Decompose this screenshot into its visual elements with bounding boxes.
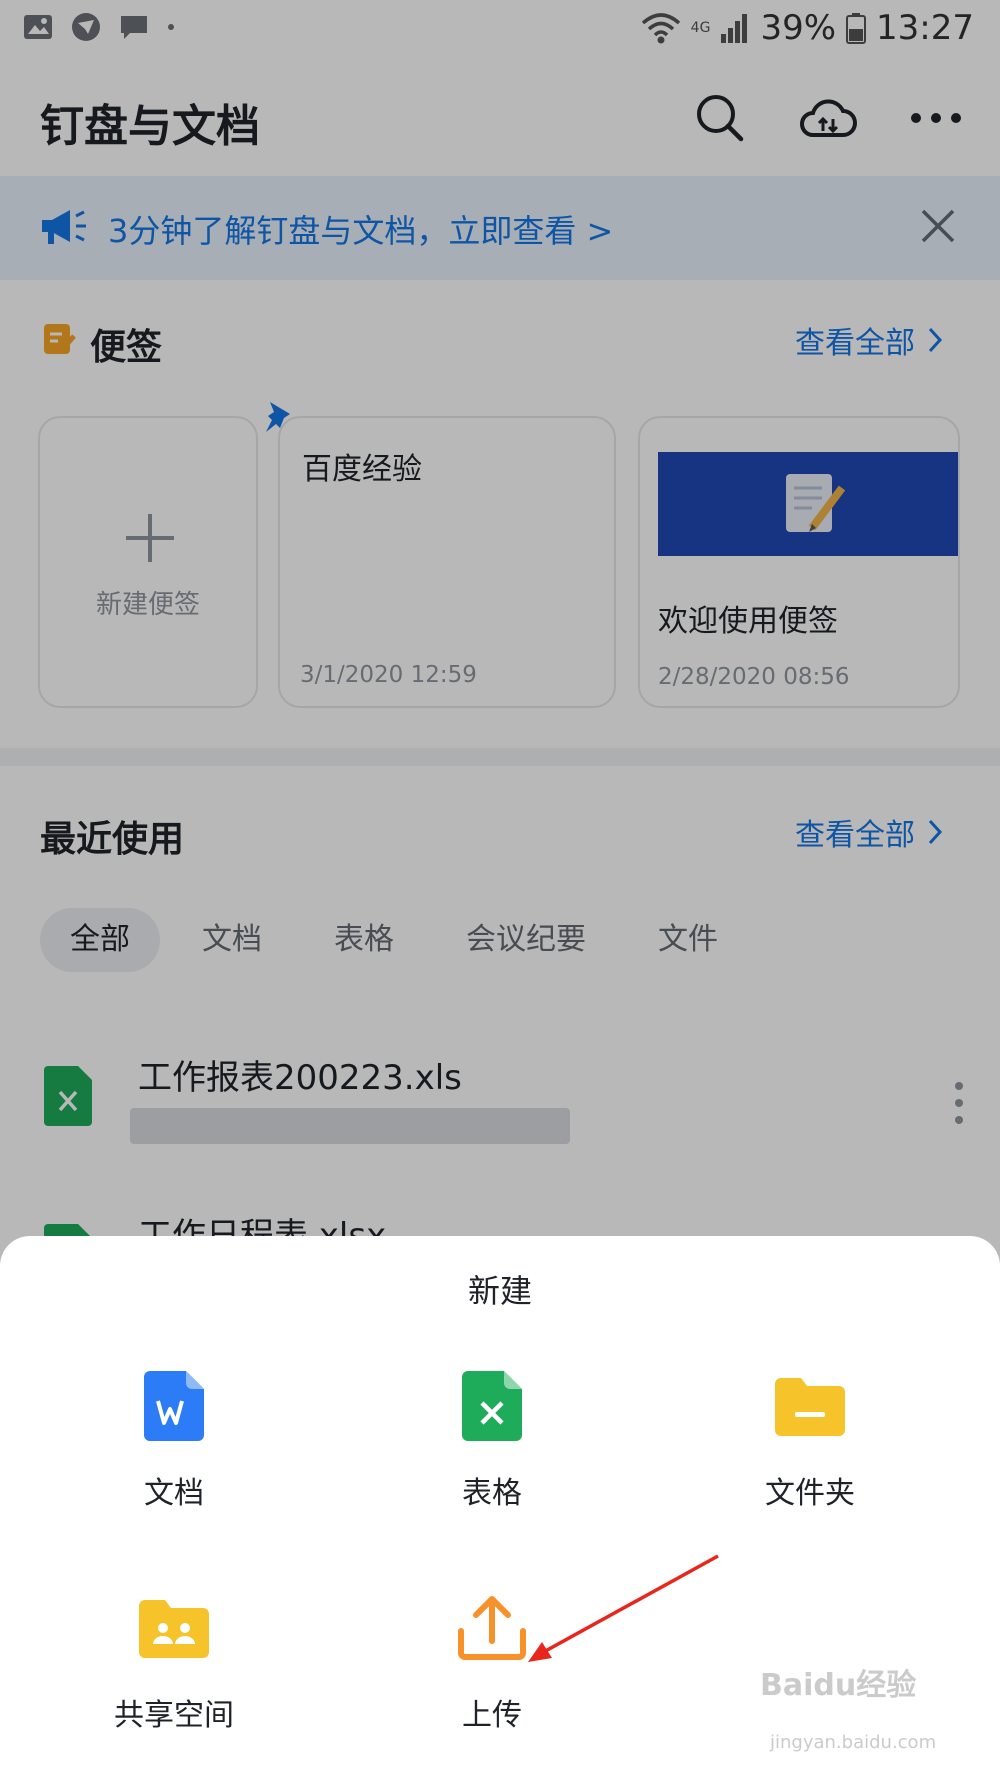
sheet-title: 新建 xyxy=(467,1272,532,1310)
option-label: 文件夹 xyxy=(765,1476,855,1511)
annotation-arrow xyxy=(528,1554,719,1662)
option-label: 共享空间 xyxy=(114,1698,234,1733)
spreadsheet-icon xyxy=(452,1366,532,1446)
watermark-url: jingyan.baidu.com xyxy=(770,1732,937,1753)
shared-space-icon xyxy=(134,1588,214,1668)
new-sheet-option[interactable]: 表格 xyxy=(392,1366,592,1536)
watermark-logo: Baidu经验 xyxy=(760,1668,917,1703)
shared-space-option[interactable]: 共享空间 xyxy=(74,1588,274,1758)
new-doc-option[interactable]: 文档 xyxy=(74,1366,274,1536)
option-label: 表格 xyxy=(462,1476,522,1511)
word-doc-icon xyxy=(134,1366,214,1446)
new-folder-option[interactable]: 文件夹 xyxy=(710,1366,910,1536)
option-label: 文档 xyxy=(144,1476,204,1511)
folder-icon xyxy=(770,1366,850,1446)
option-label: 上传 xyxy=(462,1698,522,1733)
